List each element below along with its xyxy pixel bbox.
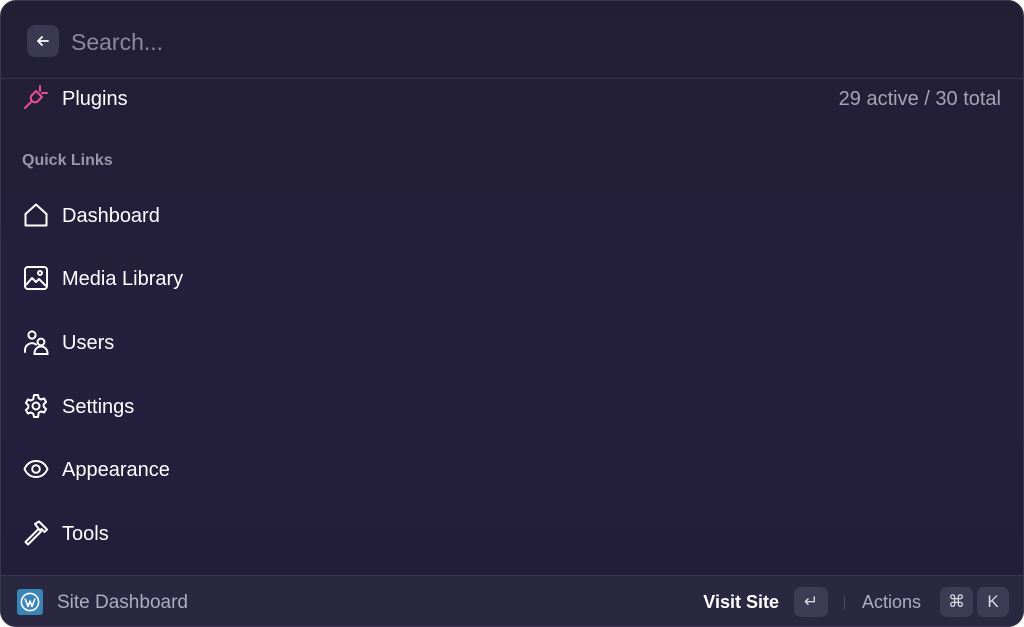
back-button[interactable]	[27, 25, 59, 57]
plugins-count: 29 active / 30 total	[838, 88, 1001, 110]
quick-link-settings[interactable]: Settings	[1, 382, 1023, 430]
arrow-left-icon	[37, 36, 49, 46]
quick-link-label: Tools	[62, 523, 109, 545]
image-icon	[22, 264, 50, 292]
quick-link-label: Users	[62, 332, 115, 354]
gear-icon	[22, 392, 50, 420]
eye-icon	[22, 455, 50, 483]
wordpress-logo-icon	[17, 589, 43, 615]
footer-divider	[844, 596, 845, 610]
quick-links-heading: Quick Links	[22, 152, 113, 169]
quick-link-label: Dashboard	[62, 205, 160, 227]
quick-link-label: Media Library	[62, 268, 184, 290]
quick-link-label: Appearance	[62, 459, 170, 481]
plugins-row[interactable]: Plugins 29 active / 30 total	[1, 81, 1023, 119]
command-palette: Plugins 29 active / 30 total Quick Links…	[0, 0, 1024, 627]
actions-button[interactable]: Actions	[862, 592, 921, 613]
home-icon	[22, 201, 50, 229]
quick-link-users[interactable]: Users	[1, 318, 1023, 366]
quick-link-tools[interactable]: Tools	[1, 509, 1023, 557]
footer-bar: Site Dashboard Visit Site ↵ Actions ⌘ K	[1, 575, 1023, 626]
k-key-badge: K	[977, 587, 1009, 617]
visit-site-button[interactable]: Visit Site	[703, 592, 779, 613]
users-icon	[22, 328, 50, 356]
search-header	[1, 1, 1023, 79]
plug-icon	[22, 83, 50, 111]
search-input[interactable]	[69, 21, 973, 63]
quick-link-label: Settings	[62, 396, 135, 418]
enter-key-badge: ↵	[794, 587, 828, 617]
quick-link-appearance[interactable]: Appearance	[1, 445, 1023, 493]
quick-link-media-library[interactable]: Media Library	[1, 254, 1023, 302]
hammer-icon	[22, 519, 50, 547]
site-dashboard-label: Site Dashboard	[57, 592, 188, 613]
command-key-badge: ⌘	[940, 587, 973, 617]
plugins-label: Plugins	[62, 88, 128, 110]
quick-link-dashboard[interactable]: Dashboard	[1, 191, 1023, 239]
